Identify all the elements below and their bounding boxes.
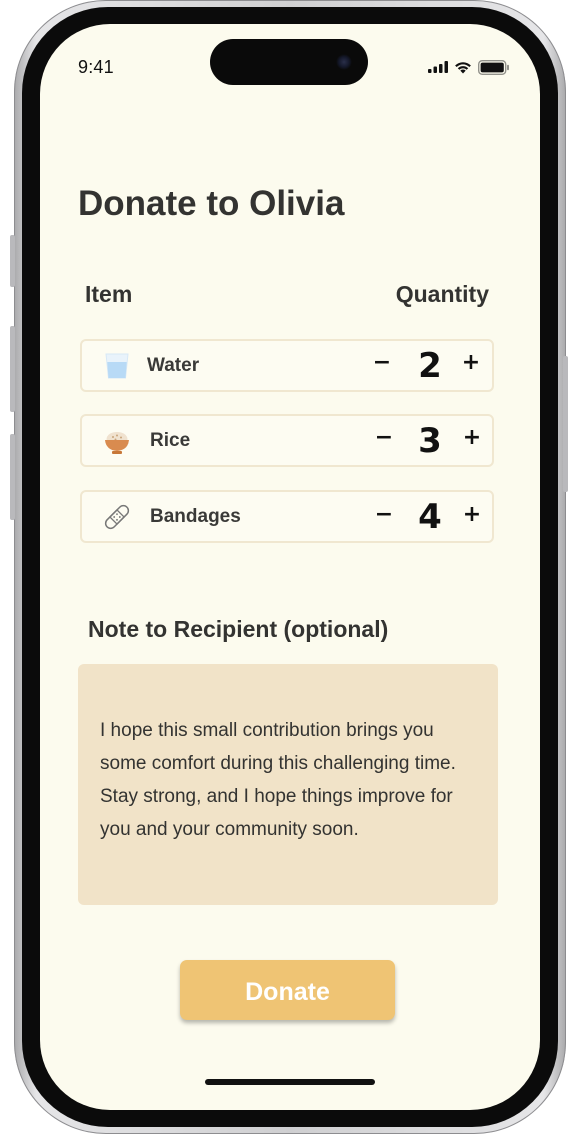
water-glass-icon <box>105 353 129 379</box>
note-label: Note to Recipient (optional) <box>88 616 389 642</box>
bandage-icon <box>104 504 130 530</box>
volume-up-button <box>10 326 15 412</box>
wifi-icon <box>455 61 471 73</box>
increase-quantity-button[interactable]: + <box>460 501 484 529</box>
power-button <box>563 356 568 492</box>
phone-screen: 9:41 Donate to Olivia Item Quantity Wate… <box>40 24 540 1110</box>
page-title: Donate to Olivia <box>78 184 345 223</box>
quantity-value: 4 <box>418 497 442 537</box>
decrease-quantity-button[interactable]: − <box>372 501 396 529</box>
item-name: Water <box>147 355 200 376</box>
camera-icon <box>336 54 352 70</box>
increase-quantity-button[interactable]: + <box>459 349 483 377</box>
signal-icon <box>428 61 448 73</box>
volume-down-button <box>10 434 15 520</box>
increase-quantity-button[interactable]: + <box>460 424 484 452</box>
item-column-header: Item <box>85 281 133 307</box>
quantity-value: 2 <box>418 346 442 386</box>
status-icons <box>428 59 510 75</box>
rice-bowl-icon <box>105 432 129 454</box>
item-row-water: Water − 2 + <box>80 339 494 392</box>
quantity-value: 3 <box>418 421 442 461</box>
action-button <box>10 235 15 287</box>
dynamic-island <box>210 39 368 85</box>
note-textarea[interactable]: I hope this small contribution brings yo… <box>78 664 498 905</box>
decrease-quantity-button[interactable]: − <box>370 349 394 377</box>
quantity-column-header: Quantity <box>395 281 489 307</box>
donate-button[interactable]: Donate <box>180 960 395 1020</box>
decrease-quantity-button[interactable]: − <box>372 424 396 452</box>
status-time: 9:41 <box>78 57 114 77</box>
item-name: Bandages <box>150 506 241 527</box>
battery-icon <box>478 59 509 75</box>
item-row-bandages: Bandages − 4 + <box>80 490 494 543</box>
item-row-rice: Rice − 3 + <box>80 414 494 467</box>
home-indicator <box>205 1079 375 1085</box>
item-name: Rice <box>150 430 191 451</box>
